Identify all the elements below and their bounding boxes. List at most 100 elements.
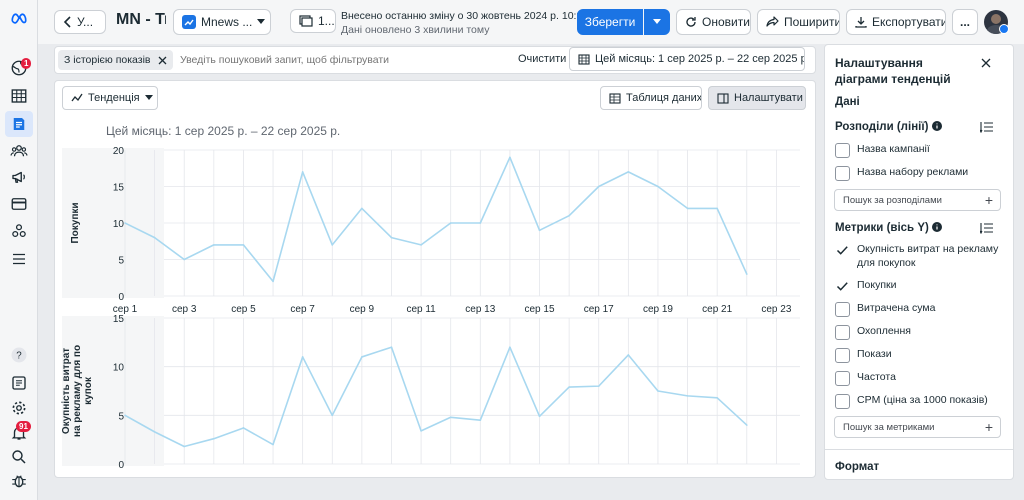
breakdowns-heading-text: Розподіли (лінії) xyxy=(835,121,929,133)
metric-option-label[interactable]: Охоплення xyxy=(857,324,1009,338)
date-range-picker[interactable]: Цей місяць: 1 сер 2025 р. – 22 сер 2025 … xyxy=(569,47,805,71)
pages-button[interactable]: 1... xyxy=(290,9,336,33)
metric-option-checkbox[interactable] xyxy=(835,279,850,294)
data-point xyxy=(361,356,363,358)
download-icon xyxy=(855,17,867,28)
y-axis-label: Покупки xyxy=(70,202,81,243)
data-point xyxy=(183,445,186,448)
metric-option-label[interactable]: Частота xyxy=(857,370,1009,384)
x-tick-label: сер 7 xyxy=(290,304,315,315)
y-tick-label: 15 xyxy=(113,314,125,325)
caret-down-icon xyxy=(257,19,266,24)
breakdown-option-label[interactable]: Назва кампанії xyxy=(857,142,1009,156)
data-point xyxy=(124,414,126,417)
more-label: ... xyxy=(959,15,970,29)
close-icon[interactable] xyxy=(981,58,991,68)
breakdown-option-checkbox[interactable] xyxy=(835,143,850,158)
metric-option-label[interactable]: Окупність витрат на рекламу для покупок xyxy=(857,242,1009,270)
data-point xyxy=(213,244,215,246)
data-point xyxy=(213,437,215,440)
bug-report-icon[interactable] xyxy=(9,471,29,491)
y-axis-label-line: Окупність витрат xyxy=(61,348,72,434)
y-axis-label-line: купок xyxy=(83,376,94,405)
clear-filters-link[interactable]: Очистити xyxy=(518,53,566,65)
metric-option-label[interactable]: CPM (ціна за 1000 показів) xyxy=(857,393,1009,407)
data-point xyxy=(272,443,274,446)
data-point xyxy=(745,273,748,275)
more-options-button[interactable]: ... xyxy=(952,9,978,35)
left-navigation: 1 ? 91 xyxy=(0,0,38,500)
export-button[interactable]: Експортувати xyxy=(846,9,946,35)
news-feed-icon[interactable] xyxy=(9,373,29,393)
data-point xyxy=(301,171,304,173)
breakdown-option-label[interactable]: Назва набору реклами xyxy=(857,165,1009,179)
data-point xyxy=(627,354,630,356)
page-count: 1... xyxy=(318,14,335,28)
metric-option-checkbox[interactable] xyxy=(835,243,850,258)
metrics-heading-text: Метрики (вісь Y) xyxy=(835,222,929,234)
info-icon[interactable] xyxy=(931,121,942,131)
data-point xyxy=(124,222,126,224)
metrics-search-input[interactable]: Пошук за метриками + xyxy=(834,416,1001,438)
plus-icon[interactable]: + xyxy=(985,419,993,435)
chart-panel-2: 0 5 10 15 Окупність витратна рекламу для пок… xyxy=(61,314,800,471)
reorder-list-icon[interactable] xyxy=(980,121,993,133)
save-options-button[interactable] xyxy=(644,9,670,35)
close-icon[interactable] xyxy=(158,56,167,65)
date-range-label: Цей місяць: 1 сер 2025 р. – 22 сер 2025 … xyxy=(595,53,805,65)
back-button[interactable]: У... xyxy=(54,10,106,34)
metric-option-checkbox[interactable] xyxy=(835,302,850,317)
metric-option-checkbox[interactable] xyxy=(835,371,850,386)
settings-gear-icon[interactable] xyxy=(9,398,29,418)
data-point xyxy=(745,424,748,426)
share-button[interactable]: Поширити xyxy=(757,9,840,35)
menu-icon[interactable] xyxy=(9,249,29,269)
breakdown-option-checkbox[interactable] xyxy=(835,166,850,181)
metric-option-label[interactable]: Покупки xyxy=(857,278,1009,292)
reorder-list-icon[interactable] xyxy=(980,222,993,234)
data-point xyxy=(509,156,511,159)
x-tick-label: сер 9 xyxy=(350,304,375,315)
search-icon[interactable] xyxy=(9,447,29,467)
account-chart-icon xyxy=(182,15,196,29)
account-selector[interactable]: Mnews ... xyxy=(173,9,271,35)
metric-option-checkbox[interactable] xyxy=(835,394,850,409)
metric-option-label[interactable]: Покази xyxy=(857,347,1009,361)
metric-option-checkbox[interactable] xyxy=(835,348,850,363)
business-tools-icon[interactable] xyxy=(9,221,29,241)
data-point xyxy=(716,207,718,210)
y-tick-label: 0 xyxy=(118,292,124,303)
data-point xyxy=(716,397,718,399)
report-title[interactable]: MN - Tr xyxy=(116,11,166,29)
filter-chip[interactable]: З історією показів xyxy=(58,50,173,70)
breakdowns-search-input[interactable]: Пошук за розподілами + xyxy=(834,189,1001,211)
checkmark-icon xyxy=(836,282,848,291)
y-tick-label: 20 xyxy=(113,146,125,157)
x-tick-label: сер 21 xyxy=(702,304,732,315)
help-icon[interactable]: ? xyxy=(9,345,29,365)
data-point xyxy=(242,244,245,246)
y-tick-label: 0 xyxy=(118,460,124,471)
billing-card-icon[interactable] xyxy=(9,194,29,214)
metric-option-label[interactable]: Витрачена сума xyxy=(857,301,1009,315)
info-icon[interactable] xyxy=(932,222,943,232)
data-point xyxy=(153,236,156,239)
y-tick-label: 5 xyxy=(118,256,124,267)
facebook-badge-icon xyxy=(999,24,1009,34)
megaphone-icon[interactable] xyxy=(9,167,29,187)
series-line xyxy=(124,156,748,283)
y-axis-label-line: на рекламу для по xyxy=(72,345,83,437)
audience-icon[interactable] xyxy=(9,141,29,161)
plus-icon[interactable]: + xyxy=(985,192,993,208)
refresh-button[interactable]: Оновити xyxy=(676,9,751,35)
chevron-left-icon xyxy=(63,16,71,28)
table-icon[interactable] xyxy=(9,86,29,106)
reports-icon[interactable] xyxy=(5,111,33,137)
data-point xyxy=(627,171,630,173)
metric-option-checkbox[interactable] xyxy=(835,325,850,340)
filter-search-input[interactable] xyxy=(180,52,500,68)
meta-logo-icon[interactable] xyxy=(9,8,29,28)
data-point xyxy=(509,346,511,349)
save-button[interactable]: Зберегти xyxy=(577,9,643,35)
breakdowns-heading: Розподіли (лінії) xyxy=(835,121,942,133)
